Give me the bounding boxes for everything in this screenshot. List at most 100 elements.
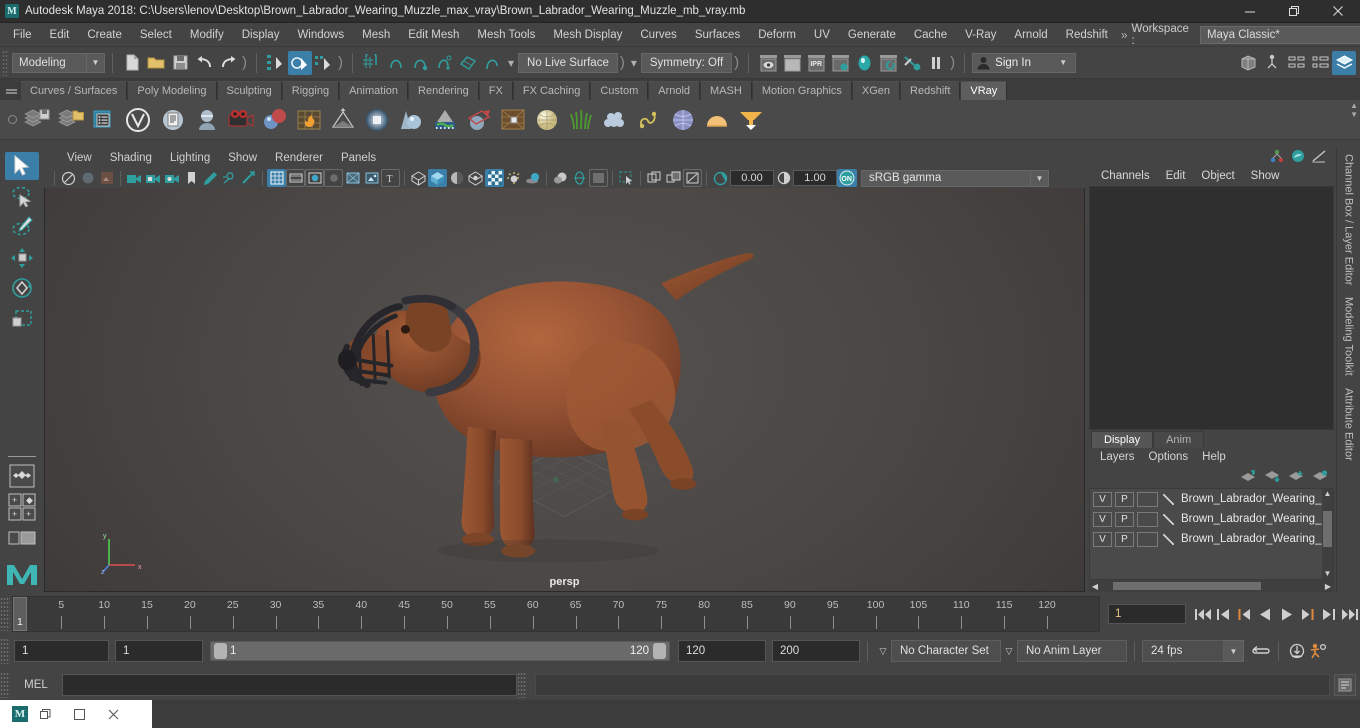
camera-settings-icon[interactable]: [163, 169, 182, 187]
side-tab-attribute-editor[interactable]: Attribute Editor: [1343, 382, 1355, 467]
shelf-tab-custom[interactable]: Custom: [590, 81, 649, 100]
statusbar-grip[interactable]: [2, 49, 9, 76]
new-layer-icon[interactable]: [1288, 470, 1304, 485]
vray-scatter-icon[interactable]: [633, 104, 665, 136]
range-slider-grip[interactable]: [0, 638, 10, 664]
range-slider-left-handle[interactable]: [214, 643, 227, 659]
xray-joints-icon[interactable]: [220, 169, 239, 187]
scroll-left-icon[interactable]: ◀: [1089, 582, 1101, 591]
sign-in-button[interactable]: Sign In ▼: [972, 52, 1077, 73]
playback-speed-field[interactable]: 24 fps: [1142, 640, 1224, 662]
animation-end-field[interactable]: 200: [772, 640, 860, 662]
scrollbar-thumb[interactable]: [1113, 582, 1261, 590]
isolate-select-icon[interactable]: [551, 169, 570, 187]
time-slider-grip[interactable]: [0, 597, 10, 631]
region-select-icon[interactable]: [617, 169, 636, 187]
ipr-render-icon[interactable]: IPR: [804, 51, 828, 75]
shelf-tab-poly-modeling[interactable]: Poly Modeling: [127, 81, 217, 100]
shelf-tab-animation[interactable]: Animation: [339, 81, 409, 100]
viewport-menu-show[interactable]: Show: [219, 148, 266, 168]
viewport-menu-shading[interactable]: Shading: [101, 148, 161, 168]
shelf-tab-arnold[interactable]: Arnold: [648, 81, 701, 100]
scroll-down-icon[interactable]: ▼: [1323, 569, 1332, 579]
close-icon[interactable]: [1316, 0, 1360, 23]
snap-to-curve-icon[interactable]: [384, 51, 408, 75]
command-output[interactable]: [535, 674, 1330, 696]
menu-redshift[interactable]: Redshift: [1057, 23, 1117, 47]
play-forwards-icon[interactable]: [1276, 603, 1297, 625]
vray-light-ies-icon[interactable]: [429, 104, 461, 136]
pause-render-icon[interactable]: [924, 51, 948, 75]
vray-light-dome-icon[interactable]: [327, 104, 359, 136]
attribute-editor-toggle-icon[interactable]: [1291, 149, 1305, 166]
menu-uv[interactable]: UV: [805, 23, 839, 47]
workspace-select[interactable]: Maya Classic*: [1199, 25, 1360, 44]
select-tool-icon[interactable]: [5, 152, 39, 180]
menu-mesh[interactable]: Mesh: [353, 23, 399, 47]
menu-mesh-display[interactable]: Mesh Display: [544, 23, 631, 47]
shelf-tab-motion-graphics[interactable]: Motion Graphics: [751, 81, 852, 100]
shelf-options-icon[interactable]: [4, 103, 20, 137]
animation-start-field[interactable]: 1: [14, 640, 109, 662]
vray-material-preview-icon[interactable]: [191, 104, 223, 136]
restore-icon[interactable]: [28, 700, 62, 728]
go-to-start-icon[interactable]: [1192, 603, 1213, 625]
command-line-grip[interactable]: [0, 672, 10, 698]
move-layer-up-icon[interactable]: [1240, 469, 1256, 485]
go-to-end-icon[interactable]: [1339, 603, 1360, 625]
vray-proxy-icon[interactable]: [497, 104, 529, 136]
step-back-keyframe-icon[interactable]: [1213, 603, 1234, 625]
shelf-tab-sculpting[interactable]: Sculpting: [216, 81, 282, 100]
smooth-shade-selected-icon[interactable]: [305, 169, 324, 187]
new-scene-icon[interactable]: [120, 51, 144, 75]
bookmark-sphere-icon[interactable]: [78, 169, 97, 187]
render-settings-icon[interactable]: [828, 51, 852, 75]
vray-logo-icon[interactable]: [123, 104, 155, 136]
side-tab-modeling-toolkit[interactable]: Modeling Toolkit: [1343, 291, 1355, 382]
menu-curves[interactable]: Curves: [631, 23, 685, 47]
redo-render-icon[interactable]: [780, 51, 804, 75]
vray-env-sphere-icon[interactable]: [667, 104, 699, 136]
chevron-down-icon[interactable]: ▼: [87, 52, 105, 73]
restore-icon[interactable]: [1272, 0, 1316, 23]
snap-to-grid-icon[interactable]: [360, 51, 384, 75]
step-back-frame-icon[interactable]: [1234, 603, 1255, 625]
layers-menu[interactable]: Layers: [1093, 448, 1142, 466]
default-light-icon[interactable]: [428, 169, 447, 187]
help-menu[interactable]: Help: [1195, 448, 1233, 466]
mel-language-label[interactable]: MEL: [10, 679, 62, 691]
layer-visibility-toggle[interactable]: V: [1093, 511, 1112, 527]
table-row[interactable]: V P Brown_Labrador_Wearing_M: [1090, 489, 1333, 509]
snap-to-view-plane-icon[interactable]: [456, 51, 480, 75]
render-view-icon[interactable]: [900, 51, 924, 75]
viewport-menu-lighting[interactable]: Lighting: [161, 148, 219, 168]
show-menu[interactable]: Show: [1243, 166, 1288, 186]
command-input[interactable]: [62, 674, 517, 696]
minimize-icon[interactable]: [1228, 0, 1272, 23]
vray-sphere-fade-volume-icon[interactable]: [599, 104, 631, 136]
vray-mesh-light-icon[interactable]: [463, 104, 495, 136]
chevron-down-icon[interactable]: ▼: [1224, 640, 1244, 662]
layer-name[interactable]: Brown_Labrador_Wearing_M: [1178, 493, 1331, 505]
use-default-material-icon[interactable]: [362, 169, 381, 187]
layer-list-vscrollbar[interactable]: ▲ ▼: [1322, 489, 1333, 579]
shelf-tab-xgen[interactable]: XGen: [851, 81, 901, 100]
object-menu[interactable]: Object: [1193, 166, 1242, 186]
vray-save-mesh-icon[interactable]: [21, 104, 53, 136]
chevron-down-icon[interactable]: ▾: [504, 56, 518, 70]
live-surface-field[interactable]: No Live Surface: [518, 52, 618, 73]
undo-icon[interactable]: [192, 51, 216, 75]
shelf-tab-mash[interactable]: MASH: [700, 81, 752, 100]
menu-modify[interactable]: Modify: [181, 23, 233, 47]
table-row[interactable]: V P Brown_Labrador_Wearing_M: [1090, 509, 1333, 529]
smooth-shade-all-icon[interactable]: [286, 169, 305, 187]
range-start-field[interactable]: 1: [115, 640, 203, 662]
time-slider-track[interactable]: 1 5 10 15 20 25 30 35 40 45 50 55 60 65 70 75 80 85 90 95 1…: [12, 596, 1100, 632]
camera-attributes-icon[interactable]: [125, 169, 144, 187]
tab-anim-layers[interactable]: Anim: [1153, 431, 1205, 448]
channel-box-content[interactable]: [1089, 186, 1334, 430]
background-color-icon[interactable]: [589, 169, 608, 187]
layer-name[interactable]: Brown_Labrador_Wearing_M: [1178, 513, 1331, 525]
snap-to-projected-center-icon[interactable]: [432, 51, 456, 75]
save-scene-icon[interactable]: [168, 51, 192, 75]
